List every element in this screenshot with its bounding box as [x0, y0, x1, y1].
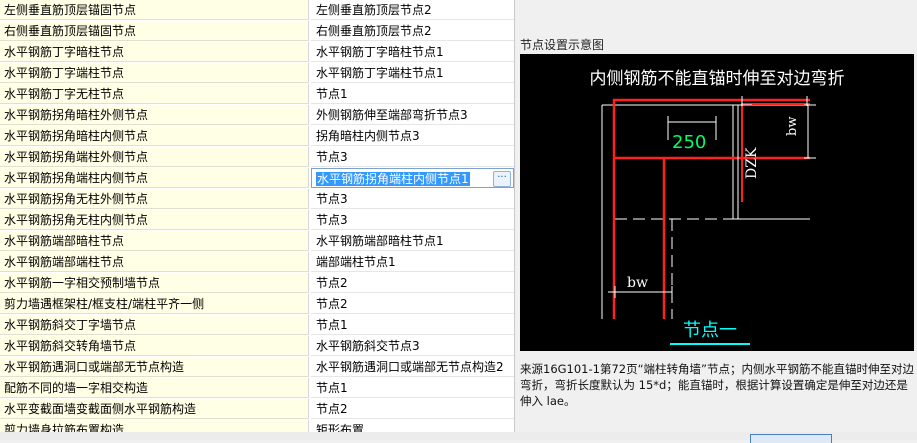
table-row[interactable]: 水平钢筋遇洞口或端部无节点构造 水平钢筋遇洞口或端部无节点构造2 — [0, 357, 514, 378]
setting-name-cell: 水平钢筋丁字无柱节点 — [0, 84, 309, 104]
setting-value-cell[interactable]: 节点2 — [311, 399, 514, 419]
table-row[interactable]: 左侧垂直筋顶层锚固节点 左侧垂直筋顶层节点2 — [0, 0, 514, 21]
setting-name-cell: 水平钢筋拐角端柱外侧节点 — [0, 147, 309, 167]
setting-name-cell: 水平钢筋拐角无柱内侧节点 — [0, 210, 309, 230]
setting-name-cell: 水平钢筋斜交转角墙节点 — [0, 336, 309, 356]
setting-name-cell: 配筋不同的墙一字相交构造 — [0, 378, 309, 398]
table-row[interactable]: 水平变截面墙变截面侧水平钢筋构造 节点2 — [0, 399, 514, 420]
setting-value-cell[interactable]: 右侧垂直筋顶层节点2 — [311, 21, 514, 41]
table-row[interactable]: 水平钢筋拐角端柱外侧节点 节点3 — [0, 147, 514, 168]
setting-name-cell: 水平钢筋遇洞口或端部无节点构造 — [0, 357, 309, 377]
table-row[interactable]: 水平钢筋斜交丁字墙节点 节点1 — [0, 315, 514, 336]
table-row[interactable]: 水平钢筋拐角暗柱内侧节点 拐角暗柱内侧节点3 — [0, 126, 514, 147]
table-row[interactable]: 水平钢筋丁字无柱节点 节点1 — [0, 84, 514, 105]
setting-name-cell: 水平钢筋斜交丁字墙节点 — [0, 315, 309, 335]
setting-name-cell: 水平变截面墙变截面侧水平钢筋构造 — [0, 399, 309, 419]
bottom-button[interactable] — [750, 434, 832, 443]
setting-name-cell: 水平钢筋一字相交预制墙节点 — [0, 273, 309, 293]
setting-value-cell[interactable]: 水平钢筋遇洞口或端部无节点构造2 — [311, 357, 514, 377]
setting-name-cell: 水平钢筋拐角暗柱内侧节点 — [0, 126, 309, 146]
setting-name-cell: 右侧垂直筋顶层锚固节点 — [0, 21, 309, 41]
table-row[interactable]: 水平钢筋端部暗柱节点 水平钢筋端部暗柱节点1 — [0, 231, 514, 252]
setting-name-cell: 水平钢筋丁字端柱节点 — [0, 63, 309, 83]
setting-value-cell[interactable]: 水平钢筋丁字暗柱节点1 — [311, 42, 514, 62]
dim-label-dzk: DZK — [744, 147, 760, 179]
table-row[interactable]: 配筋不同的墙一字相交构造 节点1 — [0, 378, 514, 399]
setting-name-cell: 水平钢筋丁字暗柱节点 — [0, 42, 309, 62]
setting-value-cell[interactable]: 节点2 — [311, 294, 514, 314]
node-diagram: 内侧钢筋不能直锚时伸至对边弯折 250 DZK bw bw 节点一 — [520, 54, 914, 351]
table-row[interactable]: 水平钢筋拐角端柱内侧节点 水平钢筋拐角端柱内侧节点1 ··· — [0, 168, 514, 189]
table-row[interactable]: 水平钢筋拐角无柱内侧节点 节点3 — [0, 210, 514, 231]
table-row[interactable]: 水平钢筋丁字端柱节点 水平钢筋丁字端柱节点1 — [0, 63, 514, 84]
setting-value-cell[interactable]: 节点2 — [311, 273, 514, 293]
ellipsis-button[interactable]: ··· — [493, 171, 511, 187]
setting-name-cell: 水平钢筋拐角暗柱外侧节点 — [0, 105, 309, 125]
table-row[interactable]: 水平钢筋斜交转角墙节点 水平钢筋斜交节点3 — [0, 336, 514, 357]
setting-value-cell[interactable]: 水平钢筋丁字端柱节点1 — [311, 63, 514, 83]
setting-name-cell: 水平钢筋端部暗柱节点 — [0, 231, 309, 251]
setting-name-cell: 剪力墙遇框架柱/框支柱/端柱平齐一侧 — [0, 294, 309, 314]
table-row[interactable]: 右侧垂直筋顶层锚固节点 右侧垂直筋顶层节点2 — [0, 21, 514, 42]
setting-value-cell[interactable]: 水平钢筋端部暗柱节点1 — [311, 231, 514, 251]
setting-value-cell[interactable]: 外侧钢筋伸至端部弯折节点3 — [311, 105, 514, 125]
setting-value-cell[interactable]: 拐角暗柱内侧节点3 — [311, 126, 514, 146]
dim-label-bw-bottom: bw — [627, 275, 648, 291]
node-settings-grid: 左侧垂直筋顶层锚固节点 左侧垂直筋顶层节点2 右侧垂直筋顶层锚固节点 右侧垂直筋顶层节… — [0, 0, 515, 440]
setting-value-cell[interactable]: 节点1 — [311, 378, 514, 398]
setting-value-cell[interactable]: 水平钢筋拐角端柱内侧节点1 ··· — [311, 168, 514, 188]
setting-value-cell[interactable]: 节点3 — [311, 147, 514, 167]
table-row[interactable]: 水平钢筋一字相交预制墙节点 节点2 — [0, 273, 514, 294]
node-description: 来源16G101-1第72页“端柱转角墙”节点；内侧水平钢筋不能直锚时伸至对边弯… — [520, 362, 915, 408]
setting-name-cell: 水平钢筋端部端柱节点 — [0, 252, 309, 272]
node-label: 节点一 — [683, 320, 737, 341]
setting-value-cell[interactable]: 节点3 — [311, 210, 514, 230]
setting-value-cell[interactable]: 节点3 — [311, 189, 514, 209]
setting-value-cell[interactable]: 端部端柱节点1 — [311, 252, 514, 272]
setting-name-cell: 左侧垂直筋顶层锚固节点 — [0, 0, 309, 20]
table-row[interactable]: 水平钢筋拐角无柱外侧节点 节点3 — [0, 189, 514, 210]
table-row[interactable]: 水平钢筋端部端柱节点 端部端柱节点1 — [0, 252, 514, 273]
table-row[interactable]: 水平钢筋拐角暗柱外侧节点 外侧钢筋伸至端部弯折节点3 — [0, 105, 514, 126]
setting-name-cell: 水平钢筋拐角端柱内侧节点 — [0, 168, 309, 188]
dim-label-bw-top: bw — [785, 117, 800, 136]
setting-value-cell[interactable]: 节点1 — [311, 315, 514, 335]
table-row[interactable]: 水平钢筋丁字暗柱节点 水平钢筋丁字暗柱节点1 — [0, 42, 514, 63]
setting-name-cell: 水平钢筋拐角无柱外侧节点 — [0, 189, 309, 209]
dim-label-250: 250 — [672, 132, 706, 153]
diagram-title: 内侧钢筋不能直锚时伸至对边弯折 — [590, 69, 845, 89]
setting-value-cell[interactable]: 水平钢筋斜交节点3 — [311, 336, 514, 356]
setting-value-cell[interactable]: 左侧垂直筋顶层节点2 — [311, 0, 514, 20]
selected-value-text[interactable]: 水平钢筋拐角端柱内侧节点1 — [316, 172, 470, 186]
diagram-panel-title: 节点设置示意图 — [520, 38, 605, 52]
setting-value-cell[interactable]: 节点1 — [311, 84, 514, 104]
table-row[interactable]: 剪力墙遇框架柱/框支柱/端柱平齐一侧 节点2 — [0, 294, 514, 315]
